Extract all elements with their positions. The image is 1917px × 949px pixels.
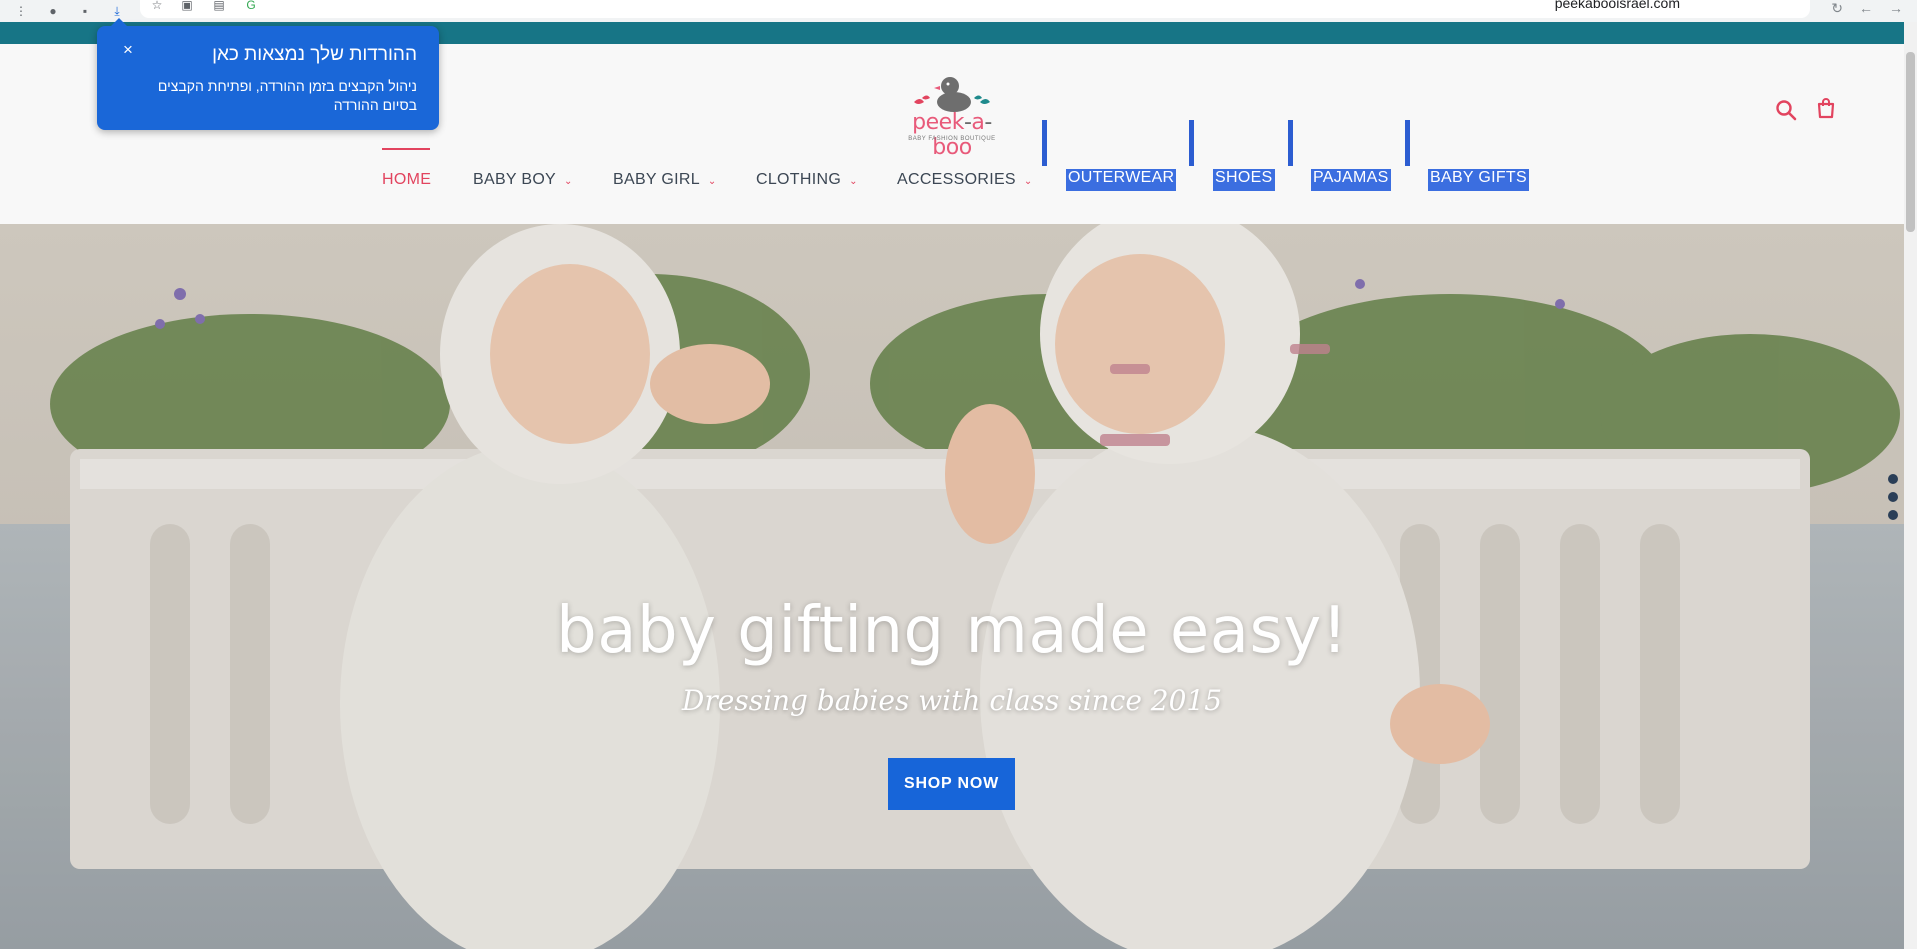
nav-divider (1042, 120, 1047, 166)
nav-outerwear-label: OUTERWEAR (1066, 169, 1177, 191)
hero-banner: baby gifting made easy! Dressing babies … (0, 224, 1904, 949)
hero-subtitle: Dressing babies with class since 2015 (681, 684, 1223, 717)
chevron-down-icon: ⌄ (564, 176, 573, 187)
nav-baby-gifts[interactable]: BABY GIFTS (1428, 166, 1529, 194)
slider-dot[interactable] (1888, 492, 1898, 502)
hero-image (0, 224, 1904, 949)
download-icon[interactable]: ⤓ (110, 4, 124, 18)
chevron-down-icon: ⌄ (849, 176, 858, 187)
nav-baby-girl[interactable]: BABY GIRL ⌄ (613, 166, 717, 194)
slider-pagination (1888, 474, 1898, 524)
back-icon[interactable]: ← (1859, 0, 1873, 17)
logo-wordmark: peek-a-boo (912, 110, 992, 160)
nav-baby-boy-label: BABY BOY (473, 171, 557, 188)
forward-icon[interactable]: → (1889, 0, 1903, 17)
reload-icon[interactable]: ↻ (1831, 0, 1843, 17)
profile-icon[interactable]: ● (46, 4, 60, 18)
search-icon[interactable] (1774, 98, 1798, 122)
cart-icon[interactable] (1814, 96, 1838, 120)
nav-home[interactable]: HOME (382, 166, 431, 194)
page-scrollbar[interactable] (1904, 22, 1917, 949)
nav-divider (1288, 120, 1293, 166)
nav-baby-boy[interactable]: BABY BOY ⌄ (473, 166, 573, 194)
nav-shoes-label: SHOES (1213, 169, 1275, 191)
popup-title: ההורדות שלך נמצאות כאן (212, 44, 417, 65)
popup-body: ניהול הקבצים בזמן ההורדה, ופתיחת הקבצים … (157, 78, 417, 113)
nav-divider (1189, 120, 1194, 166)
nav-accessories[interactable]: ACCESSORIES ⌄ (897, 166, 1033, 194)
browser-nav-buttons: ↻ ← → (1831, 0, 1903, 17)
active-nav-underline (382, 148, 430, 150)
chevron-down-icon: ⌄ (1023, 176, 1033, 187)
nav-pajamas-label: PAJAMAS (1311, 169, 1391, 191)
hero-title: baby gifting made easy! (556, 594, 1348, 668)
screenshot-icon[interactable]: ▣ (180, 0, 194, 12)
url-text[interactable]: peekabooisrael.com (1555, 0, 1680, 11)
close-icon[interactable]: × (123, 40, 133, 60)
slider-dot[interactable] (1888, 474, 1898, 484)
main-navigation: HOME BABY BOY ⌄ BABY GIRL ⌄ CLOTHING ⌄ ACCE… (0, 166, 1904, 206)
star-icon[interactable]: ☆ (150, 0, 164, 12)
nav-accessories-label: ACCESSORIES (897, 171, 1016, 188)
slider-dot[interactable] (1888, 510, 1898, 520)
shop-now-button[interactable]: SHOP NOW (888, 758, 1015, 810)
site-logo[interactable]: peek-a-boo BABY FASHION BOUTIQUE (896, 72, 1008, 160)
media-icon[interactable]: ▤ (212, 0, 226, 12)
nav-pajamas[interactable]: PAJAMAS (1311, 166, 1391, 194)
nav-home-label: HOME (382, 171, 432, 188)
logo-tagline: BABY FASHION BOUTIQUE (908, 136, 996, 142)
nav-outerwear[interactable]: OUTERWEAR (1066, 166, 1177, 194)
extension-icon[interactable]: ▪ (78, 4, 92, 18)
duck-logo-icon (914, 77, 990, 112)
nav-shoes[interactable]: SHOES (1213, 166, 1275, 194)
chevron-down-icon: ⌄ (707, 176, 717, 187)
nav-clothing-label: CLOTHING (756, 171, 842, 188)
nav-baby-girl-label: BABY GIRL (613, 171, 700, 188)
address-bar[interactable]: ☆ ▣ ▤ G peekabooisrael.com (140, 0, 1810, 18)
nav-baby-gifts-label: BABY GIFTS (1428, 169, 1529, 191)
more-vert-icon[interactable]: ⋮ (14, 4, 28, 18)
google-icon[interactable]: G (244, 0, 258, 12)
browser-toolbar: ⋮ ● ▪ ⤓ ☆ ▣ ▤ G peekabooisrael.com ↻ ← → (0, 0, 1917, 22)
nav-divider (1405, 120, 1410, 166)
download-bubble-popup: × ההורדות שלך נמצאות כאן ניהול הקבצים בז… (97, 18, 439, 130)
scrollbar-thumb[interactable] (1906, 52, 1915, 232)
nav-clothing[interactable]: CLOTHING ⌄ (756, 166, 858, 194)
toolbar-icons: ⋮ ● ▪ ⤓ (0, 4, 124, 18)
